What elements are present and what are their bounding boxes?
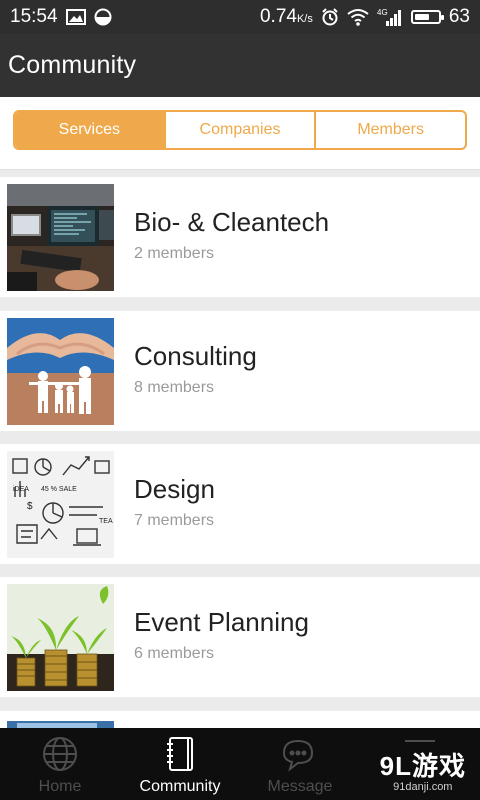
globe-icon: [41, 734, 79, 774]
coins-plants-photo: [7, 584, 114, 691]
watermark-logo: 9L游戏 91danji.com: [380, 746, 466, 793]
battery-percent: 63: [448, 6, 470, 27]
signal-icon: 4G: [377, 7, 403, 27]
list-item[interactable]: Event Planning 6 members: [0, 577, 480, 697]
nav-community[interactable]: Community: [120, 728, 240, 800]
svg-text:45 % SALE: 45 % SALE: [41, 486, 77, 493]
nav-home[interactable]: Home: [0, 728, 120, 800]
item-title: Design: [134, 474, 215, 504]
watermark-main: 9L游戏: [379, 751, 466, 781]
item-member-count: 6 members: [134, 645, 215, 662]
image-notification-icon: [65, 9, 86, 25]
page-title: Community: [8, 51, 137, 79]
item-text: Event Planning 6 members: [134, 607, 309, 663]
item-member-count: 7 members: [134, 512, 215, 529]
svg-text:4G: 4G: [377, 8, 388, 17]
status-bar: 15:54 0.74K/s 4G 63: [0, 0, 480, 34]
nav-label: Message: [267, 778, 333, 795]
tab-services[interactable]: Services: [15, 112, 164, 148]
data-speed: 0.74K/s: [259, 6, 313, 27]
nav-label: Community: [139, 778, 221, 795]
list-item[interactable]: Consulting 8 members: [0, 311, 480, 431]
svg-text:TEA: TEA: [99, 518, 113, 525]
tab-members[interactable]: Members: [314, 112, 465, 148]
list-item[interactable]: Bio- & Cleantech 2 members: [0, 177, 480, 297]
computer-screens-photo: [7, 184, 114, 291]
list-item[interactable]: [0, 711, 480, 728]
segmented-control: Services Companies Members: [13, 110, 467, 150]
list-item[interactable]: iDEA 45 % SALE $ TEA Design 7 members: [0, 444, 480, 564]
nav-message[interactable]: Message: [240, 728, 360, 800]
svg-text:iDEA: iDEA: [13, 486, 29, 493]
keyboard-photo: [7, 718, 114, 728]
item-text: Bio- & Cleantech 2 members: [134, 207, 329, 263]
business-sketch-photo: iDEA 45 % SALE $ TEA: [7, 451, 114, 558]
wifi-icon: [347, 8, 369, 26]
item-member-count: 2 members: [134, 245, 215, 262]
notebook-icon: [161, 734, 199, 774]
svg-text:$: $: [27, 501, 33, 512]
battery-fill: [414, 14, 429, 20]
battery-icon: [410, 10, 444, 24]
nav-label: Home: [38, 778, 82, 795]
item-text: Design 7 members: [134, 474, 215, 530]
item-text: Consulting 8 members: [134, 341, 257, 397]
sync-notification-icon: [94, 8, 112, 26]
app-bar: Community: [0, 34, 480, 97]
item-title: Consulting: [134, 341, 257, 371]
tab-companies[interactable]: Companies: [163, 112, 315, 148]
tabs-container: Services Companies Members: [0, 97, 480, 170]
alarm-icon: [321, 8, 339, 26]
status-time: 15:54: [10, 6, 58, 27]
item-title: Event Planning: [134, 607, 309, 637]
family-paper-cutout-photo: [7, 318, 114, 425]
item-member-count: 8 members: [134, 379, 215, 396]
chat-icon: [280, 734, 320, 774]
item-title: Bio- & Cleantech: [134, 207, 330, 237]
